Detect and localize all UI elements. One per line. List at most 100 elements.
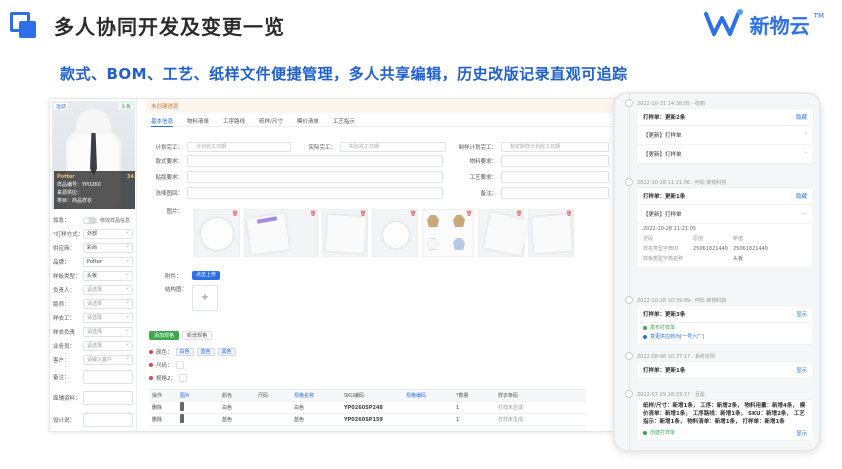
pattern-maker-select[interactable]: 请选择	[83, 298, 133, 309]
cell-quantity[interactable]: 1	[453, 417, 495, 423]
delete-row-link[interactable]: 删除	[149, 416, 177, 423]
drag-handle-icon[interactable]	[177, 402, 219, 413]
history-card-title: 打样单：更新3条	[643, 312, 686, 318]
make-plan-date-input[interactable]: 制定制样计划完工日期	[501, 141, 609, 152]
field-label: 工艺要求：	[469, 174, 497, 181]
table-row: 删除 白色 白色 YP0260SP248 1 打样未生成	[149, 402, 586, 414]
column-header: *数量	[456, 393, 469, 399]
tab-bom[interactable]: 物料清单	[187, 117, 209, 126]
plan-finish-date-input[interactable]: 计划完工日期	[187, 141, 291, 152]
style-req-textarea[interactable]	[187, 154, 443, 167]
customer-select[interactable]: 请输入客户	[83, 354, 133, 365]
history-card-title: 打样单：更新2条	[643, 115, 686, 121]
remove-icon[interactable]	[149, 349, 153, 354]
upload-button[interactable]: 点击上传	[192, 271, 221, 280]
cell-barcode: 打样未生成	[498, 417, 524, 423]
cell-spec-name: 蓝色	[294, 417, 305, 423]
sample-method-select[interactable]: 外部	[83, 228, 133, 239]
delete-icon[interactable]: 🗑	[410, 211, 416, 217]
tab-process-route[interactable]: 工序路线	[223, 117, 245, 126]
fabric-textarea[interactable]	[83, 391, 133, 405]
tab-pattern-size[interactable]: 纸样/尺寸	[259, 117, 283, 126]
logo-square-icon	[10, 12, 36, 38]
toggle-link[interactable]: 显示	[796, 366, 807, 374]
table-header: 操作 图片 颜色 尺码 规格名称 SKU编码 规格编码 *数量 样衣条码	[149, 390, 586, 402]
toggle-link[interactable]: 显示	[796, 429, 807, 437]
pattern-req-textarea[interactable]	[187, 170, 443, 183]
plus-icon[interactable]: +	[192, 285, 218, 311]
column-header: 尺码	[258, 393, 269, 399]
image-gallery: 🗑 🗑 🗑 🗑 🗑 🗑 🗑	[194, 209, 574, 257]
sample-worker-select[interactable]: 请选择	[83, 312, 133, 323]
field-label: 备注：	[53, 375, 70, 381]
cell-sku: YP0260SP248	[344, 404, 383, 411]
wash-textarea[interactable]	[187, 186, 443, 199]
owner-select[interactable]: 请选择	[83, 284, 133, 295]
delete-icon[interactable]: 🗑	[566, 211, 572, 217]
field-row: 品牌： Potter	[50, 255, 137, 269]
delete-icon[interactable]: 🗑	[310, 211, 316, 217]
tab-price-list[interactable]: 模价清单	[297, 117, 319, 126]
sample-owner-select[interactable]: 请选择	[83, 326, 133, 337]
drag-handle-icon[interactable]	[177, 414, 219, 425]
spec-lines: 颜色： 白色 蓝色 黑色 尺码： 规格2：	[149, 345, 236, 384]
history-card-title: 打样单：更新1条	[643, 368, 686, 374]
delete-icon[interactable]: 🗑	[466, 211, 472, 217]
product-photo[interactable]: 运动 头板 Potter 34 样品编号：YP0260 来源供应： 类目：商品样衣	[52, 101, 135, 209]
toggle-link[interactable]: 隐藏	[796, 113, 807, 121]
remark-textarea[interactable]	[83, 370, 133, 384]
toggle-link[interactable]: 隐藏	[796, 192, 807, 200]
history-item[interactable]: 【更新】打样单 ›	[637, 145, 813, 164]
draft-notice: 未创建进度	[145, 99, 620, 113]
timeline-date: 2022-10-31 14:38:05 · 张丽	[625, 99, 705, 107]
new-spec-button[interactable]: 新增规格	[182, 331, 213, 340]
tab-craft-guide[interactable]: 工艺指示	[333, 117, 355, 126]
field-label: 品牌：	[53, 260, 70, 266]
delete-icon[interactable]: 🗑	[360, 211, 366, 217]
craft-req-textarea[interactable]	[501, 170, 609, 183]
image-thumb[interactable]: 🗑	[244, 209, 318, 257]
toggle-link[interactable]: 显示	[796, 310, 807, 318]
history-time: 2022-10-28 11:21:05	[643, 226, 697, 232]
spec-chip[interactable]: 白色	[175, 347, 194, 356]
field-label: 图片：	[166, 208, 183, 215]
tab-basic-info[interactable]: 基本信息	[151, 117, 174, 127]
remove-icon[interactable]	[149, 362, 153, 367]
brand-name: 新物云	[749, 13, 810, 38]
remove-icon[interactable]	[149, 375, 153, 380]
supplier-select[interactable]: 彩尚	[83, 242, 133, 253]
image-thumb[interactable]: 🗑	[528, 209, 574, 257]
spec-chip-empty[interactable]	[179, 373, 187, 382]
spec-chip[interactable]: 黑色	[217, 347, 236, 356]
image-thumb[interactable]: 🗑	[422, 209, 474, 257]
history-item[interactable]: 【更新】打样单 ⌄	[637, 205, 813, 224]
field-row: 负责人： 请选择	[50, 283, 137, 297]
brand-select[interactable]: Potter	[83, 256, 133, 267]
actual-finish-date-input[interactable]: 实际完工日期	[340, 141, 446, 152]
switch-icon[interactable]	[83, 216, 97, 224]
field-row: *打样方式： 外部	[50, 227, 137, 241]
cell-quantity[interactable]: 1	[453, 405, 495, 411]
timeline-date: 2022-08-08 10:37:17 · 系统实例	[625, 352, 715, 360]
cell-barcode: 打样未生成	[498, 405, 524, 411]
history-note: 创建打样单	[637, 428, 681, 437]
pattern-type-select[interactable]: 头板	[83, 270, 133, 281]
remark-textarea[interactable]	[501, 186, 609, 199]
delete-icon[interactable]: 🗑	[516, 211, 522, 217]
image-thumb[interactable]: 🗑	[372, 209, 418, 257]
add-spec-button[interactable]: 添加规格	[149, 331, 180, 340]
spec-chip-empty[interactable]	[175, 360, 184, 369]
image-thumb[interactable]: 🗑	[194, 209, 240, 257]
history-item[interactable]: 【更新】打样单 ›	[637, 126, 813, 145]
cell-spec-name: 白色	[294, 405, 305, 411]
design-textarea[interactable]	[83, 413, 133, 427]
brand-tm: TM	[813, 12, 824, 20]
spec-chip[interactable]: 蓝色	[196, 347, 215, 356]
delete-row-link[interactable]: 删除	[149, 404, 177, 411]
sales-select[interactable]: 请选择	[83, 340, 133, 351]
delete-icon[interactable]: 🗑	[232, 211, 238, 217]
material-req-textarea[interactable]	[501, 154, 609, 167]
image-thumb[interactable]: 🗑	[322, 209, 368, 257]
image-thumb[interactable]: 🗑	[478, 209, 529, 257]
make-plan-row: 制样计划完工： 制定制样计划完工日期	[455, 141, 609, 152]
